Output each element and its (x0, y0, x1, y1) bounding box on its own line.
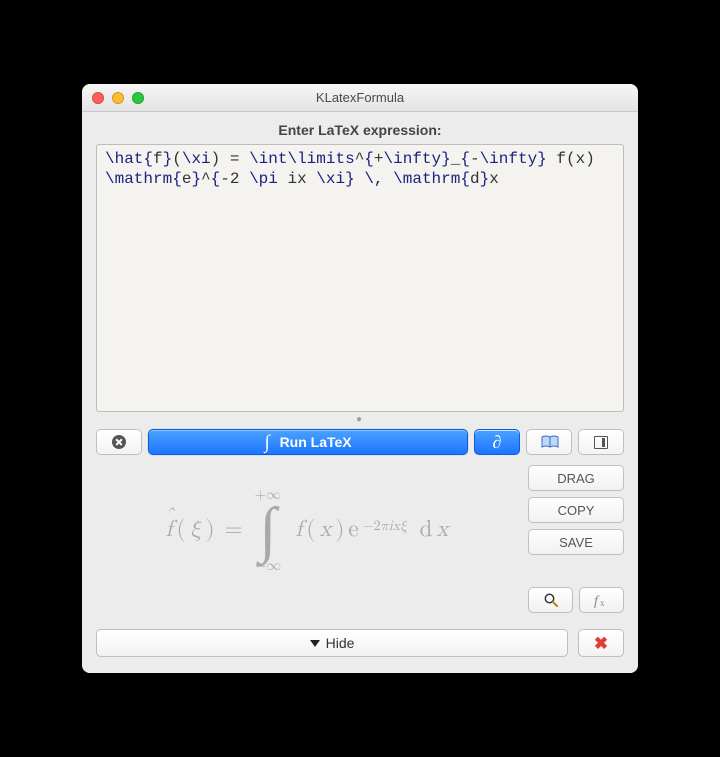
latex-input[interactable]: \hat{f}(\xi) = \int\limits^{+\infty}_{-\… (96, 144, 624, 412)
run-latex-label: Run LaTeX (280, 434, 352, 450)
integral-symbol-icon: ∫ (259, 504, 276, 557)
editor-label: Enter LaTeX expression: (82, 112, 638, 144)
minimize-window-button[interactable] (112, 92, 124, 104)
content-area: Enter LaTeX expression: \hat{f}(\xi) = \… (82, 112, 638, 673)
partial-icon: ∂ (493, 432, 502, 453)
book-icon (541, 435, 557, 449)
editor-resize-grip[interactable]: ● (82, 412, 638, 429)
toggle-side-panel-button[interactable] (578, 429, 624, 455)
save-button[interactable]: SAVE (528, 529, 624, 555)
integral-icon: ∫ (264, 433, 269, 452)
fullscreen-window-button[interactable] (132, 92, 144, 104)
library-button[interactable] (526, 429, 572, 455)
window-title: KLatexFormula (82, 90, 638, 105)
integral-lower-limit: −∞ (255, 556, 282, 575)
main-toolbar: ∫ Run LaTeX ∂ (82, 429, 638, 455)
chevron-down-icon (310, 640, 320, 647)
close-window-button[interactable] (92, 92, 104, 104)
svg-text:x: x (600, 598, 605, 608)
hide-label: Hide (326, 635, 355, 651)
formula-preview[interactable]: f(ξ) = +∞ ∫ −∞ f(x)e−2πixξ dx (96, 465, 518, 595)
quit-button[interactable]: ✖ (578, 629, 624, 657)
fx-button[interactable]: fx (579, 587, 624, 613)
editor-container: \hat{f}(\xi) = \int\limits^{+\infty}_{-\… (82, 144, 638, 412)
exponent: −2πixξ (363, 518, 408, 535)
fx-icon: fx (594, 593, 610, 608)
magnifier-icon (543, 592, 559, 608)
drag-button[interactable]: DRAG (528, 465, 624, 491)
app-window: KLatexFormula Enter LaTeX expression: \h… (82, 84, 638, 673)
rendered-formula: f(ξ) = +∞ ∫ −∞ f(x)e−2πixξ dx (165, 485, 448, 576)
panel-toggle-icon (594, 436, 608, 449)
symbol-palette-button[interactable]: ∂ (474, 429, 520, 455)
clear-icon (112, 435, 126, 449)
titlebar[interactable]: KLatexFormula (82, 84, 638, 112)
preview-row: f(ξ) = +∞ ∫ −∞ f(x)e−2πixξ dx DRAG COPY … (82, 455, 638, 619)
hide-panel-button[interactable]: Hide (96, 629, 568, 657)
window-controls (82, 92, 144, 104)
clear-button[interactable] (96, 429, 142, 455)
close-icon: ✖ (594, 635, 608, 652)
copy-button[interactable]: COPY (528, 497, 624, 523)
run-latex-button[interactable]: ∫ Run LaTeX (148, 429, 468, 455)
preview-actions: DRAG COPY SAVE fx (528, 465, 624, 613)
footer: Hide ✖ (82, 619, 638, 657)
zoom-button[interactable] (528, 587, 573, 613)
